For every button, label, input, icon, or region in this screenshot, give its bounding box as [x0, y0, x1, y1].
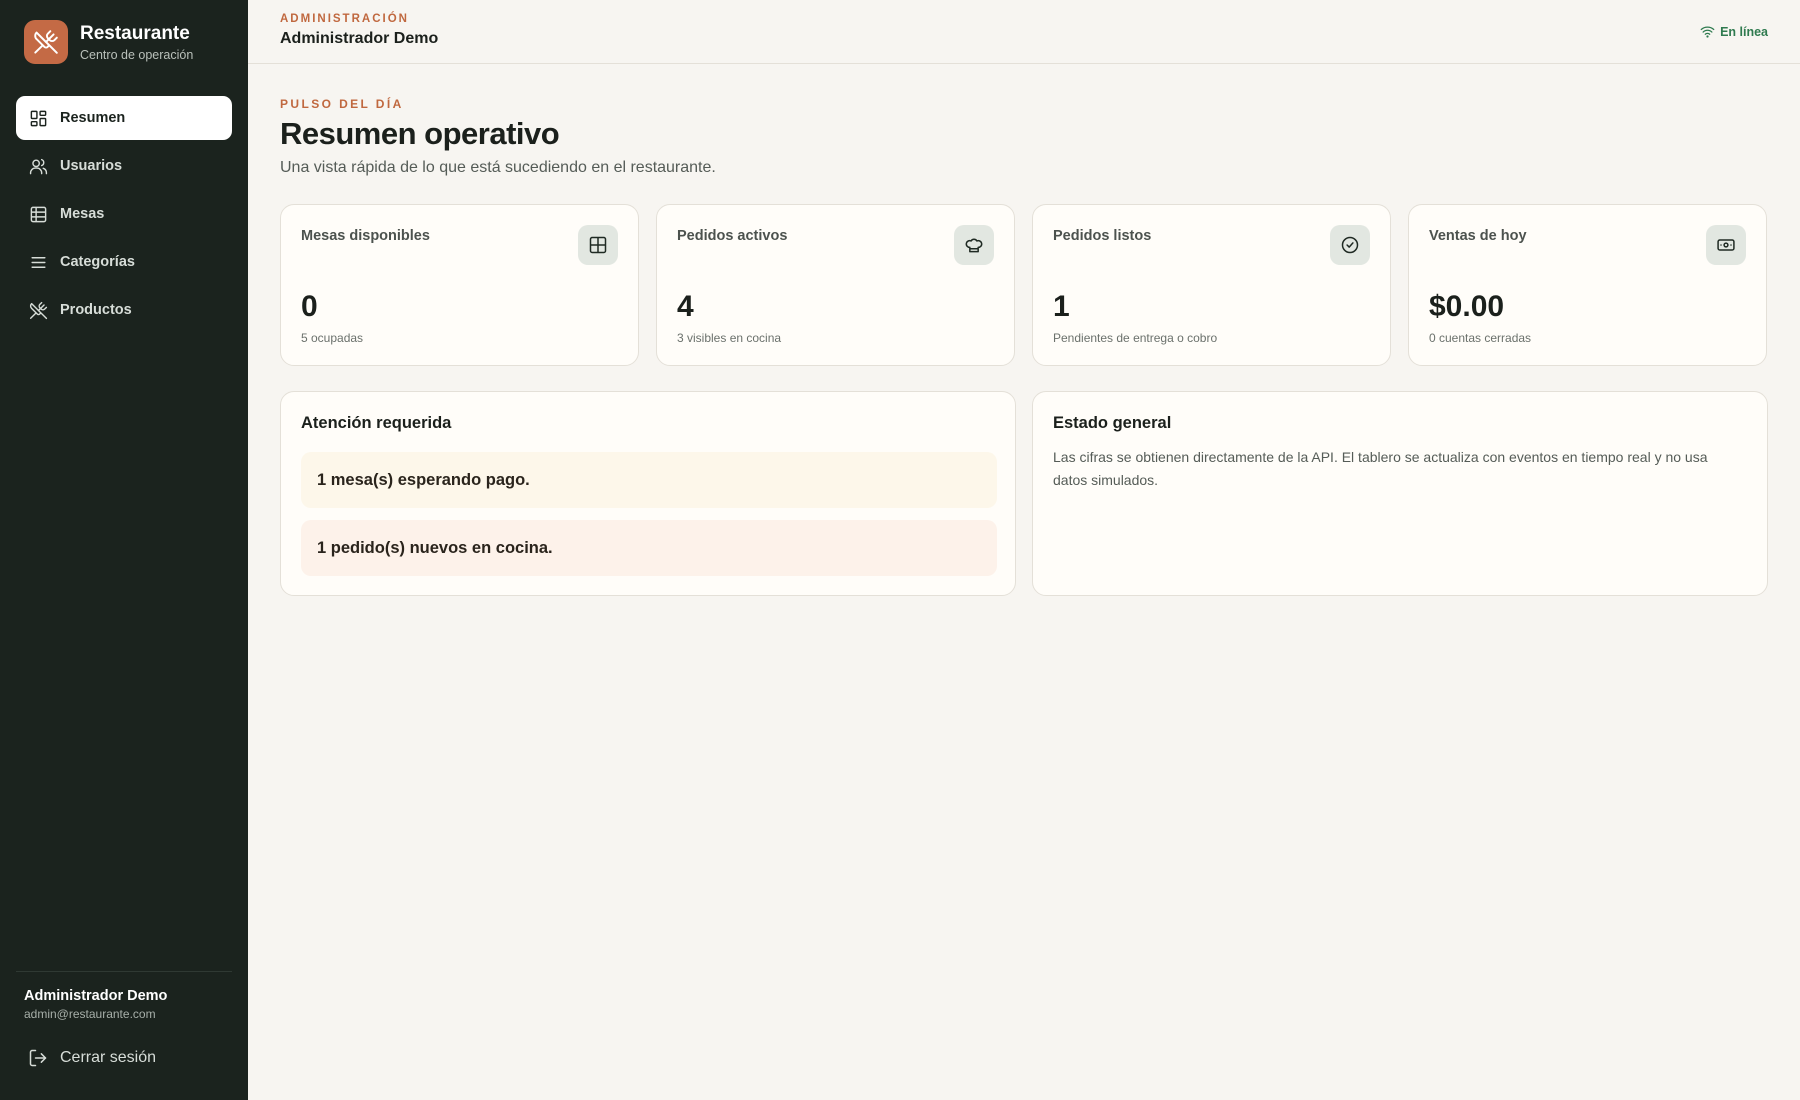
card-label: Pedidos listos	[1053, 228, 1152, 244]
brand-subtitle: Centro de operación	[80, 47, 194, 62]
attention-item: 1 mesa(s) esperando pago.	[301, 452, 997, 508]
header-title: Administrador Demo	[280, 30, 439, 47]
logout-label: Cerrar sesión	[60, 1049, 157, 1066]
list-icon	[28, 252, 48, 272]
general-status-panel: Estado general Las cifras se obtienen di…	[1032, 391, 1768, 596]
card-note: Pendientes de entrega o cobro	[1053, 331, 1218, 345]
card-label: Ventas de hoy	[1429, 228, 1527, 244]
table-grid-icon	[578, 225, 618, 265]
dashboard-icon	[28, 108, 48, 128]
brand: Restaurante Centro de operación	[24, 20, 193, 64]
sidebar-item-label: Categorías	[60, 254, 135, 270]
sidebar-item-productos[interactable]: Productos	[16, 288, 232, 332]
card-label: Pedidos activos	[677, 228, 788, 244]
general-status-text: Las cifras se obtienen directamente de l…	[1053, 449, 1708, 488]
sidebar-item-categorias[interactable]: Categorías	[16, 240, 232, 284]
page-kicker: PULSO DEL DÍA	[280, 97, 404, 111]
status-label: En línea	[1720, 24, 1768, 39]
sidebar-item-label: Resumen	[60, 110, 126, 126]
banknote-icon	[1706, 225, 1746, 265]
sidebar: Restaurante Centro de operación Resumen …	[0, 0, 248, 1100]
sidebar-item-resumen[interactable]: Resumen	[16, 96, 232, 140]
sidebar-nav: Resumen Usuarios Mesas Categorías Produc…	[16, 96, 232, 336]
card-value: 1	[1053, 290, 1070, 323]
brand-title: Restaurante	[80, 22, 190, 44]
attention-title: Atención requerida	[301, 414, 452, 432]
card-value: 0	[301, 290, 318, 323]
stat-card-pedidos-activos: Pedidos activos 4 3 visibles en cocina	[656, 204, 1015, 366]
stat-card-ventas-hoy: Ventas de hoy $0.00 0 cuentas cerradas	[1408, 204, 1767, 366]
card-note: 0 cuentas cerradas	[1429, 331, 1532, 345]
card-note: 3 visibles en cocina	[677, 331, 782, 345]
sidebar-item-label: Mesas	[60, 206, 105, 222]
stat-cards: Mesas disponibles 0 5 ocupadas Pedidos a…	[280, 204, 1768, 366]
user-name: Administrador Demo	[24, 988, 168, 1004]
header-kicker: ADMINISTRACIÓN	[280, 13, 409, 25]
sidebar-item-label: Usuarios	[60, 158, 123, 174]
chef-hat-icon	[954, 225, 994, 265]
top-header: ADMINISTRACIÓN Administrador Demo En lín…	[248, 0, 1800, 64]
sidebar-user: Administrador Demo admin@restaurante.com	[24, 988, 167, 1021]
attention-panel: Atención requerida 1 mesa(s) esperando p…	[280, 391, 1016, 596]
page-title: Resumen operativo	[280, 116, 560, 151]
utensils-crossed-icon	[28, 300, 48, 320]
logout-button[interactable]: Cerrar sesión	[16, 1038, 232, 1078]
page-subtitle: Una vista rápida de lo que está sucedien…	[280, 159, 716, 176]
logout-icon	[29, 1049, 47, 1067]
card-value: $0.00	[1429, 290, 1505, 323]
stat-card-pedidos-listos: Pedidos listos 1 Pendientes de entrega o…	[1032, 204, 1391, 366]
connection-status: En línea	[1700, 24, 1768, 39]
card-value: 4	[677, 290, 694, 323]
table-grid-icon	[28, 204, 48, 224]
sidebar-item-mesas[interactable]: Mesas	[16, 192, 232, 236]
wifi-icon	[1700, 26, 1715, 38]
sidebar-item-label: Productos	[60, 302, 132, 318]
sidebar-item-usuarios[interactable]: Usuarios	[16, 144, 232, 188]
users-icon	[28, 156, 48, 176]
attention-item: 1 pedido(s) nuevos en cocina.	[301, 520, 997, 576]
sidebar-divider	[16, 971, 232, 972]
stat-card-mesas-disponibles: Mesas disponibles 0 5 ocupadas	[280, 204, 639, 366]
general-status-title: Estado general	[1053, 414, 1172, 432]
user-email: admin@restaurante.com	[24, 1007, 156, 1021]
utensils-crossed-icon	[24, 20, 68, 64]
card-note: 5 ocupadas	[301, 331, 364, 345]
card-label: Mesas disponibles	[301, 228, 430, 244]
check-circle-icon	[1330, 225, 1370, 265]
